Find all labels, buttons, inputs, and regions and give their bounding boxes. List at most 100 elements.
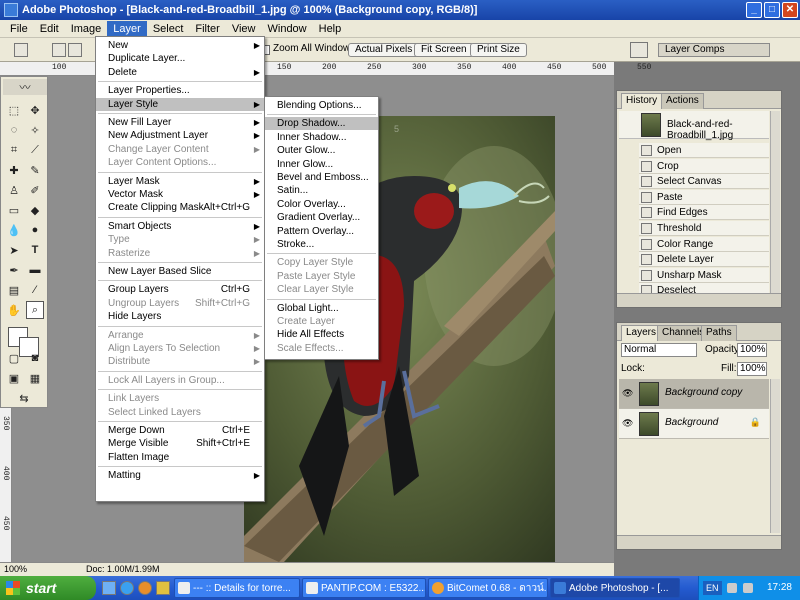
menu-item-smart-objects[interactable]: Smart Objects ▶ — [96, 220, 264, 233]
minimize-button[interactable]: _ — [746, 2, 762, 18]
menu-item-new-fill-layer[interactable]: New Fill Layer ▶ — [96, 116, 264, 129]
history-item-threshold[interactable]: Threshold — [639, 221, 769, 236]
screen-mode-standard-icon[interactable]: ▣ — [5, 369, 23, 387]
taskbar-item-torrent[interactable]: --- :: Details for torre... — [174, 578, 300, 598]
menu-item-bevel-and-emboss[interactable]: Bevel and Emboss... — [265, 171, 378, 184]
tab-layers[interactable]: Layers — [621, 325, 662, 341]
menu-item-new-layer-based-slice[interactable]: New Layer Based Slice — [96, 265, 264, 278]
slice-tool-icon[interactable]: ⟋ — [26, 141, 44, 159]
menu-item-gradient-overlay[interactable]: Gradient Overlay... — [265, 211, 378, 224]
quick-mask-on-icon[interactable]: ◙ — [26, 349, 44, 367]
menu-item-stroke[interactable]: Stroke... — [265, 238, 378, 251]
menu-item-inner-glow[interactable]: Inner Glow... — [265, 158, 378, 171]
menu-item-layer-style[interactable]: Layer Style ▶ — [96, 97, 264, 111]
type-tool-icon[interactable]: T — [26, 241, 44, 259]
menu-item-drop-shadow[interactable]: Drop Shadow... — [265, 117, 378, 131]
history-snapshot[interactable]: Black-and-red-Broadbill_1.jpg — [619, 111, 769, 141]
actual-pixels-button[interactable]: Actual Pixels — [348, 43, 420, 57]
menu-item-global-light[interactable]: Global Light... — [265, 302, 378, 315]
history-brush-icon[interactable]: ✐ — [26, 181, 44, 199]
menu-item-duplicate-layer[interactable]: Duplicate Layer... — [96, 52, 264, 65]
menu-item-blending-options[interactable]: Blending Options... — [265, 99, 378, 112]
menu-item-merge-down[interactable]: Merge Down Ctrl+E — [96, 424, 264, 437]
layers-scrollbar[interactable] — [770, 379, 780, 533]
tray-icon[interactable] — [727, 583, 737, 593]
taskbar-item-photoshop[interactable]: Adobe Photoshop - [... — [550, 578, 680, 598]
folder-icon[interactable] — [156, 581, 170, 595]
blur-tool-icon[interactable]: 💧 — [5, 221, 23, 239]
fill-field[interactable]: 100% — [737, 362, 767, 376]
menu-item-create-clipping-mask[interactable]: Create Clipping Mask Alt+Ctrl+G — [96, 201, 264, 214]
taskbar-item-pantip[interactable]: PANTIP.COM : E5322... — [302, 578, 426, 598]
path-select-icon[interactable]: ➤ — [5, 241, 23, 259]
hand-tool-icon[interactable]: ✋ — [5, 301, 23, 319]
menu-edit[interactable]: Edit — [34, 21, 65, 37]
menu-item-merge-visible[interactable]: Merge Visible Shift+Ctrl+E — [96, 437, 264, 450]
print-size-button[interactable]: Print Size — [470, 43, 527, 57]
imageready-jump-icon[interactable]: ⇆ — [5, 389, 43, 407]
visibility-eye-icon[interactable]: 👁 — [622, 418, 634, 428]
menu-file[interactable]: File — [4, 21, 34, 37]
lasso-tool-icon[interactable]: ◌ — [5, 121, 23, 139]
maximize-button[interactable]: □ — [764, 2, 780, 18]
menu-help[interactable]: Help — [313, 21, 348, 37]
shape-tool-icon[interactable]: ▬ — [26, 261, 44, 279]
zoom-level[interactable]: 100% — [4, 563, 27, 576]
ie-icon[interactable] — [120, 581, 134, 595]
blend-mode-select[interactable]: Normal — [621, 343, 697, 357]
layer-comps-tab[interactable]: Layer Comps — [658, 43, 770, 57]
menu-item-hide-all-effects[interactable]: Hide All Effects — [265, 328, 378, 341]
history-scrollbar[interactable] — [770, 111, 780, 293]
history-item-color-range[interactable]: Color Range — [639, 236, 769, 252]
taskbar-item-bitcomet[interactable]: BitComet 0.68 - ดาวน์... — [428, 578, 548, 598]
menu-item-new[interactable]: New ▶ — [96, 39, 264, 52]
menu-item-inner-shadow[interactable]: Inner Shadow... — [265, 131, 378, 144]
menu-image[interactable]: Image — [65, 21, 108, 37]
start-button[interactable]: start — [0, 576, 96, 600]
volume-icon[interactable] — [743, 583, 753, 593]
menu-layer[interactable]: Layer — [107, 20, 147, 37]
magic-wand-icon[interactable]: ✧ — [26, 121, 44, 139]
notes-tool-icon[interactable]: ▤ — [5, 281, 23, 299]
zoom-tool-icon[interactable] — [14, 43, 28, 57]
fit-screen-button[interactable]: Fit Screen — [414, 43, 474, 57]
clone-stamp-icon[interactable]: ♙ — [5, 181, 23, 199]
visibility-eye-icon[interactable]: 👁 — [622, 388, 634, 398]
menu-window[interactable]: Window — [262, 21, 313, 37]
menu-item-flatten-image[interactable]: Flatten Image — [96, 451, 264, 464]
menu-item-matting[interactable]: Matting ▶ — [96, 469, 264, 482]
history-item-delete-layer[interactable]: Delete Layer — [639, 252, 769, 268]
firefox-icon[interactable] — [138, 581, 152, 595]
pen-tool-icon[interactable]: ✒ — [5, 261, 23, 279]
menu-item-layer-properties[interactable]: Layer Properties... — [96, 84, 264, 97]
history-item-select-canvas[interactable]: Select Canvas — [639, 174, 769, 190]
screen-mode-full-icon[interactable]: ▦ — [26, 369, 44, 387]
menu-item-satin[interactable]: Satin... — [265, 184, 378, 197]
brush-tool-icon[interactable]: ✎ — [26, 161, 44, 179]
eyedropper-icon[interactable]: ⁄ — [26, 281, 44, 299]
history-item-unsharp-mask[interactable]: Unsharp Mask — [639, 267, 769, 283]
tab-paths[interactable]: Paths — [701, 325, 737, 341]
zoom-out-icon[interactable] — [68, 43, 82, 57]
history-item-paste[interactable]: Paste — [639, 189, 769, 205]
layer-row-background-copy[interactable]: 👁 Background copy — [619, 379, 769, 409]
show-desktop-icon[interactable] — [102, 581, 116, 595]
menu-item-layer-mask[interactable]: Layer Mask ▶ — [96, 175, 264, 188]
menu-item-group-layers[interactable]: Group Layers Ctrl+G — [96, 283, 264, 296]
history-item-crop[interactable]: Crop — [639, 158, 769, 174]
menu-item-pattern-overlay[interactable]: Pattern Overlay... — [265, 225, 378, 238]
menu-item-hide-layers[interactable]: Hide Layers — [96, 310, 264, 323]
opacity-field[interactable]: 100% — [737, 343, 767, 357]
dodge-tool-icon[interactable]: ● — [26, 221, 44, 239]
history-item-find-edges[interactable]: Find Edges — [639, 205, 769, 221]
move-tool-icon[interactable]: ✥ — [26, 101, 44, 119]
menu-select[interactable]: Select — [147, 21, 190, 37]
quick-mask-off-icon[interactable]: ▢ — [5, 349, 23, 367]
menu-item-new-adjustment-layer[interactable]: New Adjustment Layer ▶ — [96, 129, 264, 142]
marquee-tool-icon[interactable]: ⬚ — [5, 101, 23, 119]
eraser-tool-icon[interactable]: ▭ — [5, 201, 23, 219]
menu-item-outer-glow[interactable]: Outer Glow... — [265, 144, 378, 157]
layer-row-background[interactable]: 👁 Background 🔒 — [619, 409, 769, 439]
tab-actions[interactable]: Actions — [661, 93, 704, 109]
crop-tool-icon[interactable]: ⌗ — [5, 141, 23, 159]
